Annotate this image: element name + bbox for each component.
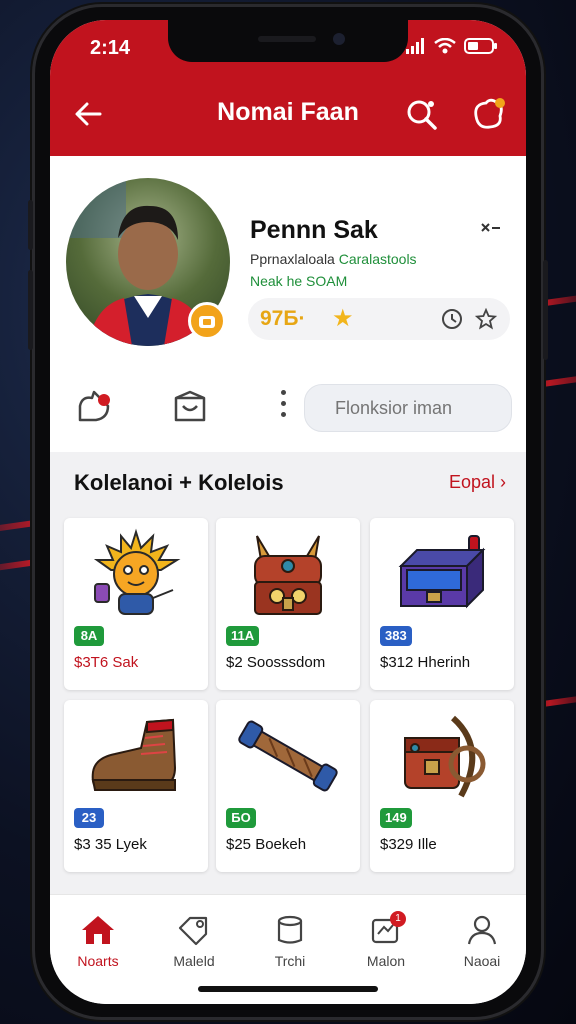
phone-side-button — [28, 200, 33, 250]
tag-icon — [154, 913, 234, 947]
profile-subtitle-b: Caralastools — [338, 251, 417, 267]
collection-card[interactable]: 11A $2 Soosssdom — [216, 518, 360, 690]
profile-subtitle: Pprnaxlaloala Caralastools — [250, 251, 417, 267]
item-price: $25 Boekeh — [226, 836, 307, 853]
profile-status: Neak he SOAM — [250, 273, 348, 289]
phone-side-button — [28, 270, 33, 350]
item-tag: 149 — [380, 808, 412, 828]
search-icon[interactable] — [402, 94, 442, 134]
camera-badge-icon[interactable] — [188, 302, 226, 340]
profile-icon — [442, 913, 522, 947]
status-icons — [406, 38, 498, 54]
tab-naoai[interactable]: Naoai — [442, 913, 522, 969]
chevron-right-icon: › — [500, 472, 506, 492]
notification-icon[interactable] — [468, 94, 508, 134]
sun-mascot-icon — [74, 526, 198, 622]
jar-icon — [250, 913, 330, 947]
home-indicator[interactable] — [198, 986, 378, 992]
item-tag: 383 — [380, 626, 412, 646]
status-time: 2:14 — [90, 37, 131, 59]
scroll-staff-icon — [226, 708, 350, 804]
boot-icon — [74, 708, 198, 804]
tab-home[interactable]: Noarts — [58, 913, 138, 969]
item-price: $3Т6 Sak — [74, 654, 139, 671]
shop-icon[interactable] — [170, 386, 210, 426]
phone-side-button — [543, 260, 548, 360]
tab-label: Noarts — [77, 953, 119, 969]
profile-name: Pennn Sak — [250, 216, 378, 244]
rating-value: 97Б· — [260, 307, 306, 330]
collection-card[interactable]: 23 $3 35 Lyek — [64, 700, 208, 872]
tab-label: Trchi — [274, 953, 306, 969]
item-tag: 11A — [226, 626, 260, 646]
loot-box-icon — [380, 526, 504, 622]
close-icon[interactable] — [480, 220, 502, 241]
tab-malon[interactable]: 1 Malon — [346, 911, 426, 969]
collection-card[interactable]: БО $25 Boekeh — [216, 700, 360, 872]
item-price: $329 Ille — [380, 836, 437, 853]
see-all-label: Eopal — [448, 472, 495, 492]
like-icon[interactable] — [74, 386, 114, 426]
notification-badge: 1 — [390, 911, 406, 927]
tab-label: Maleld — [173, 953, 215, 969]
item-price: $2 Soosssdom — [226, 654, 326, 671]
item-price: $3 35 Lyek — [74, 836, 147, 853]
star-icon: ★ — [332, 305, 354, 332]
message-icon: 1 — [346, 911, 426, 947]
chest-creature-icon — [226, 526, 350, 622]
home-icon — [58, 913, 138, 947]
tab-label: Naoai — [463, 953, 501, 969]
item-tag: БО — [226, 808, 256, 828]
collection-card[interactable]: 149 $329 Ille — [370, 700, 514, 872]
see-all-link[interactable]: Eopal › — [449, 472, 506, 493]
item-tag: 23 — [74, 808, 104, 828]
tab-maleld[interactable]: Maleld — [154, 913, 234, 969]
item-price: $312 Hherinh — [380, 654, 471, 671]
collection-card[interactable]: 8A $3Т6 Sak — [64, 518, 208, 690]
profile-subtitle-a: Pprnaxlaloala — [250, 251, 335, 267]
app-header: 2:14 Nomai Faan — [50, 20, 526, 156]
collection-card[interactable]: 383 $312 Hherinh — [370, 518, 514, 690]
tab-trchi[interactable]: Trchi — [250, 913, 330, 969]
app-screen: 2:14 Nomai Faan Pennn Sak Pprnaxlaloala … — [50, 20, 526, 1004]
timer-icon[interactable] — [440, 307, 464, 331]
favorite-star-icon[interactable] — [474, 307, 498, 331]
crossbow-chest-icon — [380, 708, 504, 804]
page-title: Nomai Faan — [217, 98, 359, 126]
wifi-icon — [434, 38, 456, 54]
item-tag: 8A — [74, 626, 104, 646]
more-options-icon[interactable] — [278, 390, 288, 424]
profile-avatar[interactable] — [66, 178, 230, 346]
camera-notch — [168, 20, 408, 62]
signal-icon — [406, 38, 424, 54]
rating-pill: 97Б· ★ — [248, 298, 510, 340]
section-title: Kolelanoi + Kolelois — [74, 470, 284, 495]
battery-icon — [464, 38, 497, 54]
action-input[interactable] — [304, 384, 512, 432]
tab-label: Malon — [366, 953, 406, 969]
